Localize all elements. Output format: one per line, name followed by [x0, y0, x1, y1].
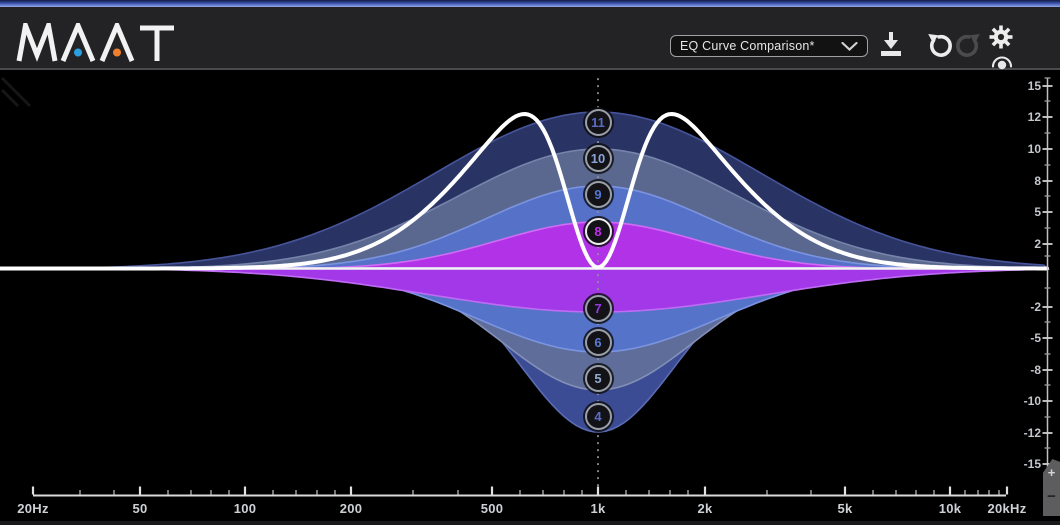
gauge-icon[interactable] — [990, 52, 1014, 70]
preset-dropdown[interactable]: EQ Curve Comparison* — [670, 35, 868, 57]
eq-band-marker-5[interactable]: 5 — [585, 365, 612, 392]
logo-orange-dot — [113, 49, 121, 57]
plugin-window: 20Hz501002005001k2k5k10k20kHz 151210852-… — [0, 0, 1060, 525]
maat-logo — [16, 23, 176, 63]
undo-icon[interactable] — [926, 32, 954, 60]
preset-dropdown-value: EQ Curve Comparison* — [680, 39, 815, 53]
download-icon[interactable] — [876, 29, 906, 61]
chevron-down-icon — [841, 42, 858, 51]
eq-band-marker-9[interactable]: 9 — [585, 181, 612, 208]
logo-blue-dot — [74, 49, 82, 57]
eq-band-markers: 11 10 9 8 7 6 5 4 — [0, 0, 1060, 525]
eq-band-marker-6[interactable]: 6 — [585, 329, 612, 356]
eq-band-marker-11[interactable]: 11 — [585, 109, 612, 136]
logo-letter-t — [140, 28, 174, 61]
redo-icon[interactable] — [954, 32, 982, 60]
eq-band-marker-8[interactable]: 8 — [585, 218, 612, 245]
eq-band-marker-10[interactable]: 10 — [585, 145, 612, 172]
eq-band-marker-4[interactable]: 4 — [585, 403, 612, 430]
zoom-out-button[interactable]: − — [1043, 490, 1060, 503]
gear-icon[interactable] — [988, 24, 1014, 50]
header-bar: EQ Curve Comparison* — [0, 7, 1060, 70]
eq-band-marker-7[interactable]: 7 — [585, 295, 612, 322]
logo-letter-m — [19, 26, 55, 62]
